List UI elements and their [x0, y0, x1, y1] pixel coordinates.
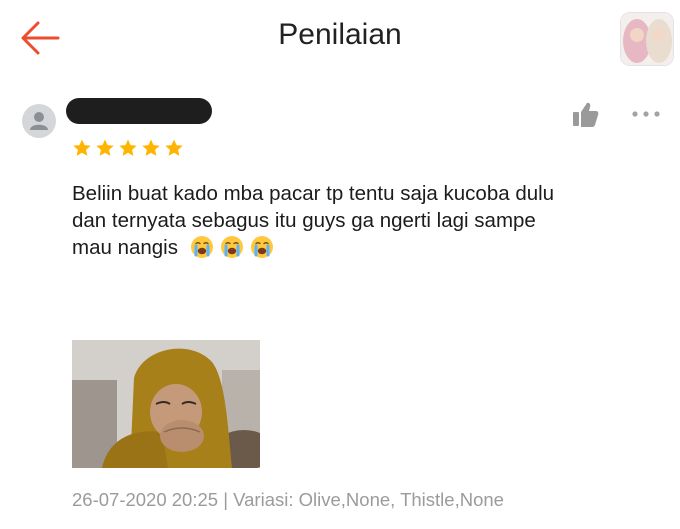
- review-line-last: mau nangis: [72, 234, 662, 261]
- loudly-crying-face-emoji: [220, 236, 243, 258]
- review-line: mau nangis: [72, 236, 178, 259]
- loudly-crying-face-emoji: [190, 236, 213, 258]
- review-photo[interactable]: [72, 340, 260, 468]
- star-rating: [72, 138, 184, 158]
- star-icon: [96, 139, 114, 156]
- like-button[interactable]: [568, 100, 602, 130]
- meta-separator: |: [218, 489, 234, 510]
- loudly-crying-face-emoji: [250, 236, 273, 258]
- star-icon: [119, 139, 137, 156]
- star-icon: [73, 139, 91, 156]
- review-line: dan ternyata sebagus itu guys ga ngerti …: [72, 209, 536, 232]
- thumbs-up-icon: [573, 102, 599, 127]
- review-line: Beliin buat kado mba pacar tp tentu saja…: [72, 182, 555, 205]
- review-date: 26-07-2020 20:25: [72, 489, 219, 510]
- user-avatar-icon: [30, 112, 48, 130]
- more-options-button[interactable]: [626, 104, 666, 124]
- page-title: Penilaian: [278, 18, 402, 51]
- review-text: Beliin buat kado mba pacar tp tentu saja…: [72, 180, 662, 261]
- user-avatar[interactable]: [22, 104, 56, 138]
- more-dots-icon: [632, 111, 660, 117]
- review-variation: Variasi: Olive,None, Thistle,None: [233, 489, 504, 510]
- header: Penilaian: [0, 0, 680, 80]
- product-thumbnail[interactable]: [620, 12, 674, 66]
- star-icon: [165, 139, 183, 156]
- star-icon: [142, 139, 160, 156]
- review-meta: 26-07-2020 20:25 | Variasi: Olive,None, …: [72, 489, 504, 511]
- username-redacted: [66, 98, 212, 124]
